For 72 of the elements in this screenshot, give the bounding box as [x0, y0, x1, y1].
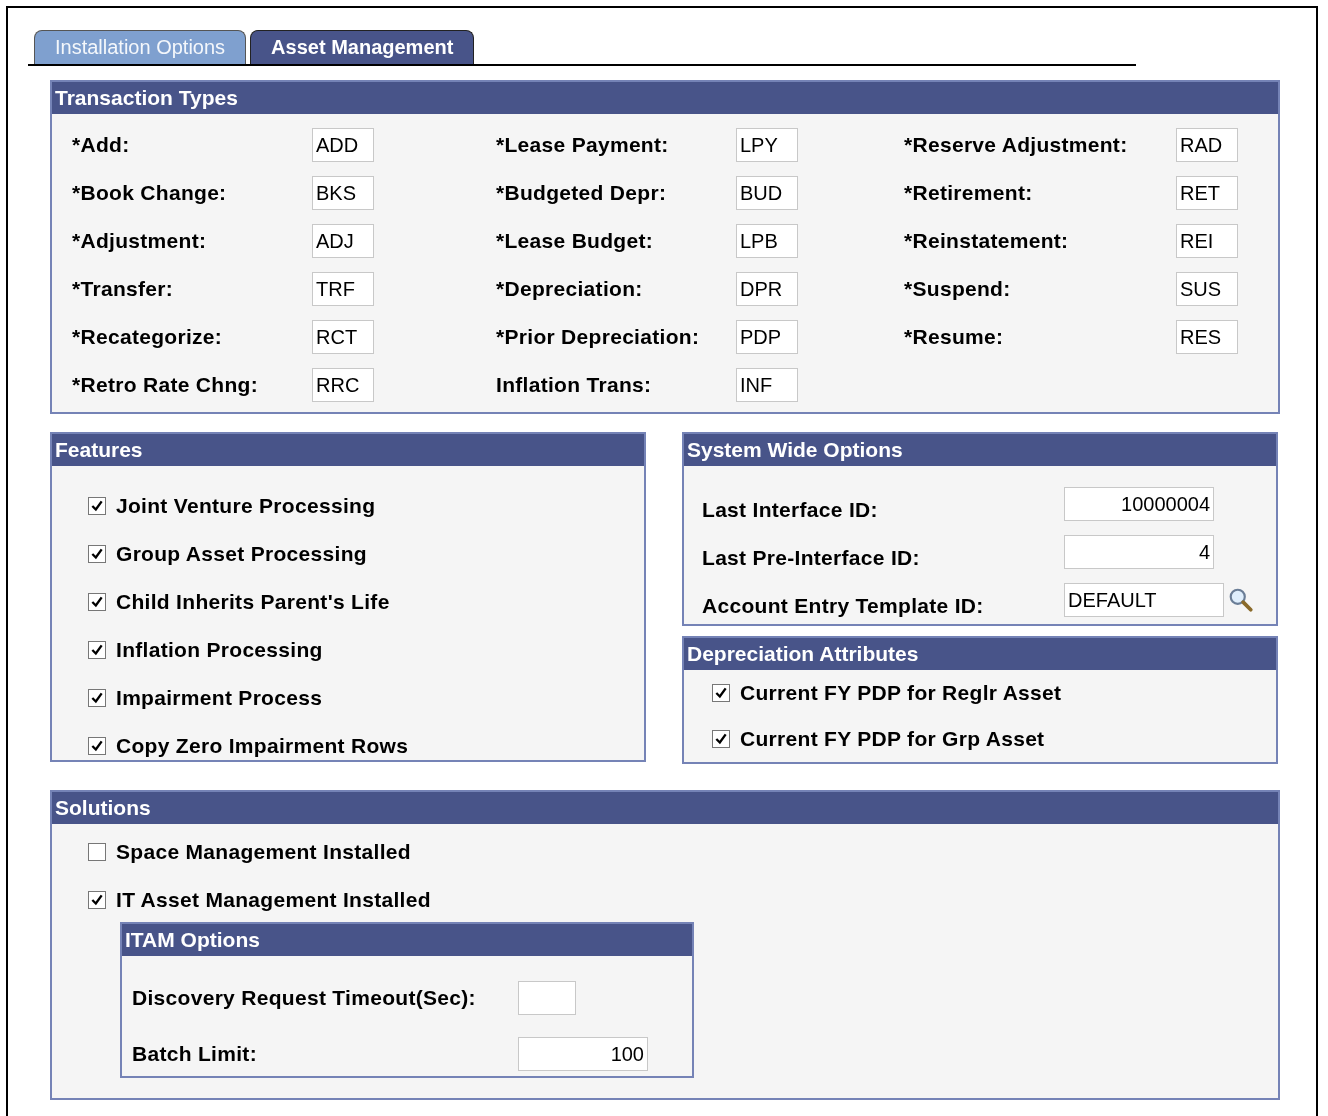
checkbox[interactable] [712, 730, 730, 748]
tab[interactable]: Asset Management [250, 30, 475, 64]
panel-header: Transaction Types [52, 82, 1278, 114]
field-label: Last Interface ID: [702, 497, 879, 522]
panel-header: Depreciation Attributes [684, 638, 1276, 670]
field-label: *Reserve Adjustment: [904, 133, 1129, 157]
checkbox[interactable] [88, 737, 106, 755]
field-label: Account Entry Template ID: [702, 593, 985, 618]
checkbox[interactable] [712, 684, 730, 702]
input-field[interactable]: RET [1176, 176, 1238, 210]
field-label: *Budgeted Depr: [496, 181, 668, 205]
checkbox-label: Current FY PDP for Grp Asset [740, 727, 1045, 751]
checkbox-label: Space Management Installed [116, 840, 411, 864]
input-field[interactable]: LPB [736, 224, 798, 258]
field-label: *Lease Budget: [496, 229, 655, 253]
input-field[interactable] [518, 981, 576, 1015]
field-label: *Reinstatement: [904, 229, 1070, 253]
input-field[interactable]: BKS [312, 176, 374, 210]
field-label: Discovery Request Timeout(Sec): [132, 986, 477, 1010]
checkbox[interactable] [88, 641, 106, 659]
field-label: Last Pre-Interface ID: [702, 545, 921, 570]
field-label: *Transfer: [72, 277, 175, 301]
field-label: *Book Change: [72, 181, 228, 205]
input-field[interactable]: RAD [1176, 128, 1238, 162]
field-label: Inflation Trans: [496, 373, 653, 397]
search-icon[interactable] [1228, 587, 1254, 613]
field-label: *Add: [72, 133, 131, 157]
field-label: *Retirement: [904, 181, 1034, 205]
field-label: *Depreciation: [496, 277, 644, 301]
input-field[interactable]: RES [1176, 320, 1238, 354]
panel-header: Solutions [52, 792, 1278, 824]
checkbox-label: IT Asset Management Installed [116, 888, 431, 912]
panel-header: ITAM Options [122, 924, 692, 956]
input-field[interactable]: LPY [736, 128, 798, 162]
checkbox[interactable] [88, 497, 106, 515]
field-label: *Prior Depreciation: [496, 325, 701, 349]
checkbox-label: Inflation Processing [116, 638, 323, 662]
field-label: *Lease Payment: [496, 133, 670, 157]
checkbox-label: Copy Zero Impairment Rows [116, 734, 409, 758]
input-field[interactable]: TRF [312, 272, 374, 306]
input-field[interactable]: INF [736, 368, 798, 402]
input-field[interactable]: RCT [312, 320, 374, 354]
checkbox[interactable] [88, 689, 106, 707]
checkbox[interactable] [88, 843, 106, 861]
field-label: *Resume: [904, 325, 1005, 349]
input-field[interactable]: PDP [736, 320, 798, 354]
panel-header: System Wide Options [684, 434, 1276, 466]
input-field[interactable]: DPR [736, 272, 798, 306]
checkbox[interactable] [88, 593, 106, 611]
input-field[interactable]: RRC [312, 368, 374, 402]
field-label: Batch Limit: [132, 1042, 258, 1066]
field-label: *Retro Rate Chng: [72, 373, 259, 397]
field-label: *Adjustment: [72, 229, 208, 253]
input-field[interactable]: DEFAULT [1064, 583, 1224, 617]
field-label: *Recategorize: [72, 325, 224, 349]
input-field[interactable]: 10000004 [1064, 487, 1214, 521]
checkbox[interactable] [88, 545, 106, 563]
input-field[interactable]: ADD [312, 128, 374, 162]
checkbox-label: Child Inherits Parent's Life [116, 590, 390, 614]
checkbox-label: Current FY PDP for Reglr Asset [740, 681, 1062, 705]
input-field[interactable]: 4 [1064, 535, 1214, 569]
checkbox-label: Group Asset Processing [116, 542, 367, 566]
field-label: *Suspend: [904, 277, 1012, 301]
checkbox-label: Impairment Process [116, 686, 323, 710]
input-field[interactable]: 100 [518, 1037, 648, 1071]
input-field[interactable]: ADJ [312, 224, 374, 258]
input-field[interactable]: REI [1176, 224, 1238, 258]
input-field[interactable]: SUS [1176, 272, 1238, 306]
input-field[interactable]: BUD [736, 176, 798, 210]
checkbox-label: Joint Venture Processing [116, 494, 376, 518]
checkbox[interactable] [88, 891, 106, 909]
panel-header: Features [52, 434, 644, 466]
